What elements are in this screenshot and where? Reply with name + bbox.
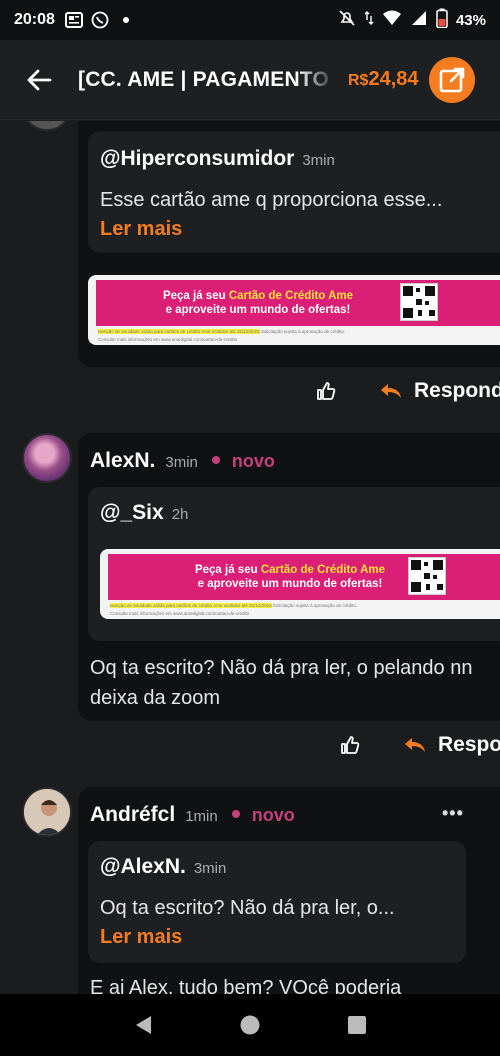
author-name[interactable]: Andréfcl	[90, 803, 175, 827]
banner-line2: e aproveite um mundo de ofertas!	[197, 578, 383, 590]
reply-label: Responder	[414, 379, 500, 402]
notification-dot-icon	[117, 11, 135, 29]
price-value: 24,84	[368, 68, 419, 90]
new-badge: novo	[231, 451, 275, 471]
comment-card: AlexN. 3min novo @_Six 2h Peça já seu Car…	[78, 433, 500, 721]
author-name[interactable]: AlexN.	[90, 449, 155, 473]
quoted-author[interactable]: @Hiperconsumidor	[100, 147, 294, 170]
like-button[interactable]	[340, 733, 364, 757]
banner-fine1-rest: Solicitação sujeita à aprovação de crédi…	[259, 329, 346, 334]
triangle-back-icon	[136, 1016, 152, 1034]
reply-icon	[404, 736, 426, 754]
comment-text-line: E ai Alex, tudo bem? VOcê poderia	[90, 977, 402, 994]
comment-header: Andréfcl 1min novo	[90, 803, 295, 827]
banner-line1: Peça já seu	[194, 564, 261, 576]
avatar[interactable]	[22, 433, 72, 483]
comment-actions: Responder	[316, 379, 500, 403]
thumbs-up-icon	[341, 736, 360, 754]
mute-icon	[338, 9, 356, 32]
comment-text: E ai Alex, tudo bem? VOcê poderia	[90, 973, 401, 994]
quoted-comment[interactable]: @_Six 2h Peça já seu Cartão de Crédito Am…	[88, 487, 500, 641]
banner-fine-print: Isenção de anuidade válida para cartões …	[98, 329, 345, 334]
comment-card: Andréfcl 1min novo ••• @AlexN. 3min Oq ta…	[78, 787, 500, 994]
banner-line2: e aproveite um mundo de ofertas!	[165, 304, 351, 316]
banner-fine-print-2: Consulte mais informações em www.amedigi…	[98, 337, 238, 342]
price-currency: R$	[348, 72, 369, 89]
thumbs-up-icon	[317, 382, 336, 400]
comments-feed[interactable]: @Hiperconsumidor 3min Esse cartão ame q p…	[0, 121, 500, 994]
quoted-text: Esse cartão ame q proporciona esse...	[100, 189, 443, 211]
quoted-comment[interactable]: @AlexN. 3min Oq ta escrito? Não dá pra le…	[88, 841, 466, 963]
square-recents-icon	[347, 1016, 366, 1034]
battery-icon	[436, 8, 448, 33]
banner-fine1-highlight: Isenção de anuidade válida para cartões …	[110, 603, 272, 608]
comment-time: 1min	[185, 808, 218, 825]
battery-percent: 43%	[455, 11, 486, 29]
comment-header: AlexN. 3min novo	[90, 449, 275, 473]
back-button[interactable]	[0, 40, 78, 120]
qr-code-icon	[408, 557, 446, 595]
external-link-icon	[439, 67, 464, 92]
reply-button[interactable]: Responder	[404, 733, 500, 757]
banner-line1-highlight: Cartão de Crédito Ame	[260, 564, 386, 576]
news-icon	[64, 11, 83, 29]
deal-price: R$24,84	[348, 68, 419, 91]
comment-text-line: deixa da zoom	[90, 687, 221, 709]
comment-time: 3min	[165, 454, 198, 471]
circle-home-icon	[240, 1015, 260, 1035]
status-right-group: 43%	[338, 8, 486, 33]
banner-line1: Peça já seu	[162, 290, 229, 302]
avatar[interactable]	[22, 121, 72, 131]
banner-pink-strip: Peça já seu Cartão de Crédito Ame e apro…	[96, 280, 500, 326]
reply-label: Responder	[438, 733, 500, 756]
banner-fine-print-2: Consulte mais informações em www.amedigi…	[110, 611, 250, 616]
quoted-comment[interactable]: @Hiperconsumidor 3min Esse cartão ame q p…	[88, 131, 500, 253]
nav-recents-button[interactable]	[345, 1013, 369, 1037]
new-badge: novo	[251, 805, 295, 825]
comment-image[interactable]: Peça já seu Cartão de Crédito Ame e apro…	[88, 275, 500, 345]
nav-back-button[interactable]	[131, 1013, 155, 1037]
quoted-time: 2h	[171, 506, 189, 523]
like-button[interactable]	[316, 379, 340, 403]
status-time: 20:08	[14, 11, 55, 28]
new-dot	[231, 810, 240, 818]
banner-text: Peça já seu Cartão de Crédito Ame e apro…	[195, 563, 385, 591]
comment-text-line: Oq ta escrito? Não dá pra ler, o pelando…	[90, 657, 473, 679]
open-deal-button[interactable]	[428, 56, 475, 103]
read-more-link[interactable]: Ler mais	[100, 218, 500, 241]
wifi-icon	[382, 9, 402, 32]
quoted-author[interactable]: @_Six	[100, 501, 164, 524]
avatar[interactable]	[22, 787, 72, 837]
comment-card: @Hiperconsumidor 3min Esse cartão ame q p…	[78, 121, 500, 367]
nav-home-button[interactable]	[238, 1013, 262, 1037]
signal-icon	[410, 9, 428, 32]
comment-actions: Responder	[340, 733, 500, 757]
arrow-left-icon	[27, 69, 52, 90]
banner-fine-print: Isenção de anuidade válida para cartões …	[110, 603, 357, 608]
system-nav-bar	[0, 994, 500, 1056]
reply-icon	[380, 382, 402, 400]
whatsapp-icon	[91, 11, 109, 29]
comment-image[interactable]: Peça já seu Cartão de Crédito Ame e apro…	[100, 549, 500, 619]
read-more-link[interactable]: Ler mais	[100, 926, 454, 949]
status-bar: 20:08 43%	[0, 0, 500, 40]
banner-fine1-rest: Solicitação sujeita à aprovação de crédi…	[271, 603, 358, 608]
data-arrows-icon	[364, 9, 374, 32]
more-options-button[interactable]: •••	[442, 803, 464, 824]
comment-text: Oq ta escrito? Não dá pra ler, o pelando…	[90, 653, 472, 713]
quoted-time: 3min	[193, 860, 227, 877]
banner-line1-highlight: Cartão de Crédito Ame	[228, 290, 354, 302]
quoted-time: 3min	[302, 152, 335, 169]
quoted-author[interactable]: @AlexN.	[100, 855, 186, 878]
qr-code-icon	[400, 283, 438, 321]
quoted-text: Oq ta escrito? Não dá pra ler, o...	[100, 897, 395, 919]
new-dot	[211, 456, 220, 464]
top-app-bar: [CC. AME | PAGAMENTO R$24,84	[0, 40, 500, 120]
banner-text: Peça já seu Cartão de Crédito Ame e apro…	[163, 289, 353, 317]
deal-title[interactable]: [CC. AME | PAGAMENTO	[78, 68, 336, 92]
banner-fine1-highlight: Isenção de anuidade válida para cartões …	[98, 329, 260, 334]
reply-button[interactable]: Responder	[380, 379, 500, 403]
